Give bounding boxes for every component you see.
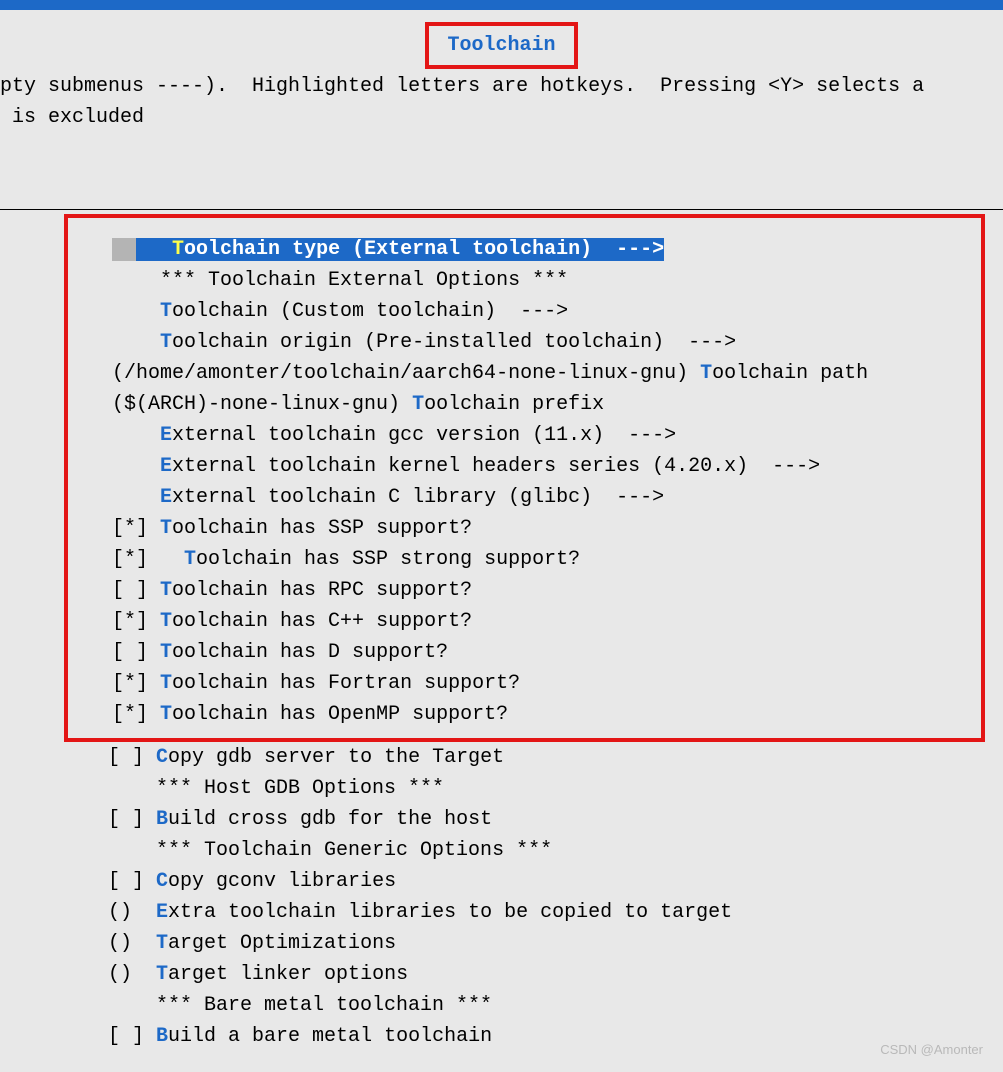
menu-toolchain-custom[interactable]: Toolchain (Custom toolchain) ---> xyxy=(76,296,973,327)
menu-fortran-support[interactable]: [*] Toolchain has Fortran support? xyxy=(76,668,973,699)
spacer xyxy=(0,133,1003,207)
section-bare-metal: *** Bare metal toolchain *** xyxy=(0,990,1003,1021)
menu-extra-libraries[interactable]: () Extra toolchain libraries to be copie… xyxy=(0,897,1003,928)
menu-rpc-support[interactable]: [ ] Toolchain has RPC support? xyxy=(76,575,973,606)
help-line-1: pty submenus ----). Highlighted letters … xyxy=(0,71,1003,102)
top-blue-bar xyxy=(0,0,1003,10)
menu-gcc-version[interactable]: External toolchain gcc version (11.x) --… xyxy=(76,420,973,451)
page-title: Toolchain xyxy=(425,22,577,69)
menu-build-bare-metal[interactable]: [ ] Build a bare metal toolchain xyxy=(0,1021,1003,1052)
menu-toolchain-path[interactable]: (/home/amonter/toolchain/aarch64-none-li… xyxy=(76,358,973,389)
menu-ssp-strong-support[interactable]: [*] Toolchain has SSP strong support? xyxy=(76,544,973,575)
menu-copy-gconv[interactable]: [ ] Copy gconv libraries xyxy=(0,866,1003,897)
menu-toolchain-type[interactable]: Toolchain type (External toolchain) ---> xyxy=(76,234,973,265)
menu-continuation: [ ] Copy gdb server to the Target *** Ho… xyxy=(0,742,1003,1052)
divider xyxy=(0,209,1003,210)
menu-kernel-headers[interactable]: External toolchain kernel headers series… xyxy=(76,451,973,482)
highlight-box: Toolchain type (External toolchain) --->… xyxy=(64,214,985,742)
menu-d-support[interactable]: [ ] Toolchain has D support? xyxy=(76,637,973,668)
menu-cpp-support[interactable]: [*] Toolchain has C++ support? xyxy=(76,606,973,637)
menu-openmp-support[interactable]: [*] Toolchain has OpenMP support? xyxy=(76,699,973,730)
menu-ssp-support[interactable]: [*] Toolchain has SSP support? xyxy=(76,513,973,544)
menu-toolchain-prefix[interactable]: ($(ARCH)-none-linux-gnu) Toolchain prefi… xyxy=(76,389,973,420)
menu-copy-gdb-server[interactable]: [ ] Copy gdb server to the Target xyxy=(0,742,1003,773)
menu-target-optimizations[interactable]: () Target Optimizations xyxy=(0,928,1003,959)
menu-target-linker-options[interactable]: () Target linker options xyxy=(0,959,1003,990)
title-row: Toolchain xyxy=(0,10,1003,71)
section-generic-options: *** Toolchain Generic Options *** xyxy=(0,835,1003,866)
help-line-2: is excluded xyxy=(0,102,1003,133)
menu-build-cross-gdb[interactable]: [ ] Build cross gdb for the host xyxy=(0,804,1003,835)
watermark: CSDN @Amonter xyxy=(880,1040,983,1060)
section-external-options: *** Toolchain External Options *** xyxy=(76,265,973,296)
section-host-gdb: *** Host GDB Options *** xyxy=(0,773,1003,804)
menu-toolchain-origin[interactable]: Toolchain origin (Pre-installed toolchai… xyxy=(76,327,973,358)
menu-c-library[interactable]: External toolchain C library (glibc) ---… xyxy=(76,482,973,513)
